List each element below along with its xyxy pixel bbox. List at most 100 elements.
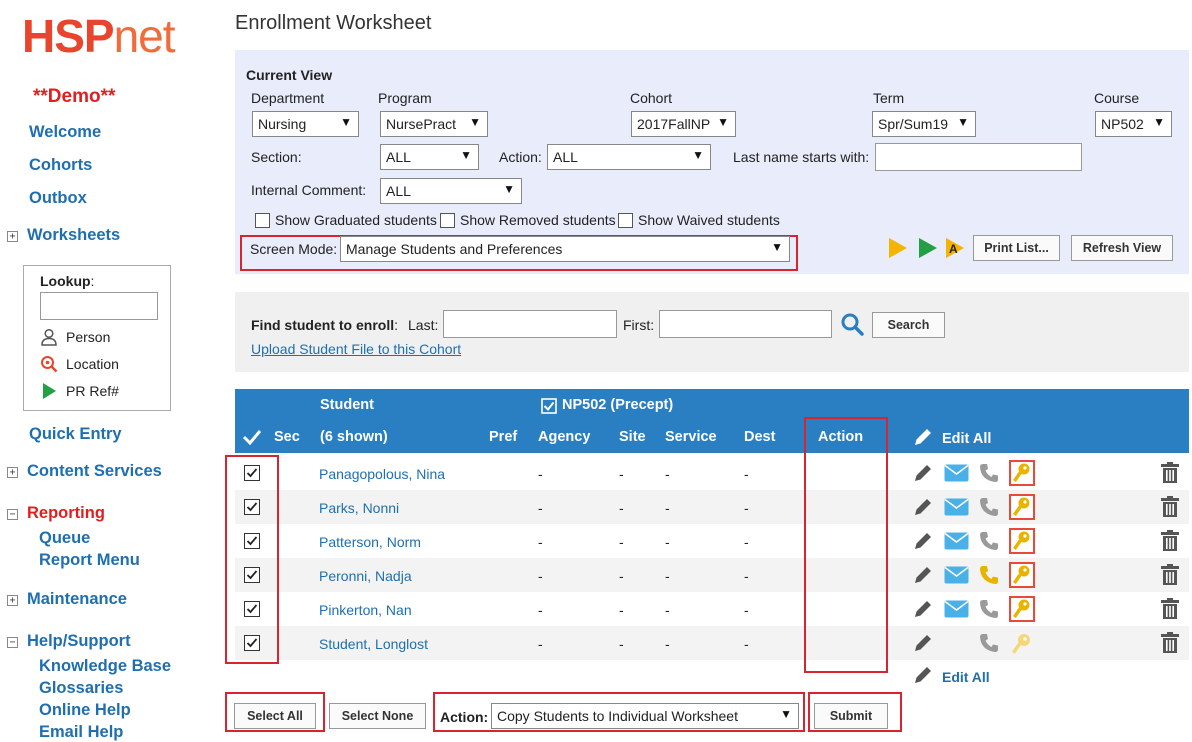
phone-icon[interactable] — [978, 530, 1000, 552]
key-icon[interactable] — [1010, 632, 1034, 656]
phone-icon[interactable] — [978, 564, 1000, 586]
student-name-link[interactable]: Patterson, Norm — [319, 534, 421, 550]
pencil-icon[interactable] — [912, 564, 934, 586]
find-last-input[interactable] — [443, 310, 617, 338]
play-green-icon[interactable] — [917, 238, 937, 258]
phone-icon[interactable] — [978, 462, 1000, 484]
pencil-icon[interactable] — [912, 530, 934, 552]
trash-icon[interactable] — [1160, 496, 1180, 518]
student-name-link[interactable]: Student, Longlost — [319, 636, 428, 652]
nav-online-help[interactable]: Online Help — [39, 701, 131, 720]
nav-quick-entry[interactable]: Quick Entry — [29, 425, 122, 444]
email-icon[interactable] — [944, 464, 969, 482]
lastname-input[interactable] — [875, 143, 1082, 171]
lookup-location[interactable]: Location — [40, 355, 119, 373]
hspnet-logo[interactable]: HSPnet — [22, 10, 176, 62]
show-graduated-checkbox[interactable] — [255, 213, 270, 228]
trash-icon[interactable] — [1160, 632, 1180, 654]
pencil-icon[interactable] — [912, 496, 934, 518]
email-icon[interactable] — [944, 566, 969, 584]
email-icon[interactable] — [944, 532, 969, 550]
key-button[interactable] — [1009, 596, 1035, 622]
row-checkbox-highlight — [225, 455, 279, 664]
pencil-icon[interactable] — [912, 598, 934, 620]
internal-comment-select[interactable]: ALL ▼ — [380, 178, 522, 204]
nav-queue[interactable]: Queue — [39, 529, 90, 548]
pencil-icon[interactable] — [912, 632, 934, 654]
cohort-select[interactable]: 2017FallNP ▼ — [631, 111, 736, 137]
student-name-link[interactable]: Parks, Nonni — [319, 500, 399, 516]
nav-report-menu[interactable]: Report Menu — [39, 551, 140, 570]
email-icon[interactable] — [944, 498, 969, 516]
find-first-input[interactable] — [659, 310, 832, 338]
submit-button[interactable]: Submit — [814, 703, 888, 729]
nav-welcome[interactable]: Welcome — [29, 123, 101, 142]
lookup-input[interactable] — [40, 292, 158, 320]
department-select[interactable]: Nursing ▼ — [252, 111, 359, 137]
trash-icon[interactable] — [1160, 530, 1180, 552]
nav-email-help[interactable]: Email Help — [39, 723, 123, 742]
print-list-button[interactable]: Print List... — [973, 235, 1060, 261]
nav-outbox[interactable]: Outbox — [29, 189, 87, 208]
section-select[interactable]: ALL ▼ — [380, 144, 479, 170]
key-icon — [1012, 463, 1030, 482]
trash-icon[interactable] — [1160, 598, 1180, 620]
pencil-icon[interactable] — [912, 426, 934, 448]
expand-icon[interactable]: + — [7, 595, 18, 606]
site-cell: - — [619, 500, 624, 516]
show-waived-checkbox[interactable] — [618, 213, 633, 228]
upload-student-file-link[interactable]: Upload Student File to this Cohort — [251, 341, 461, 357]
refresh-view-button[interactable]: Refresh View — [1071, 235, 1173, 261]
lookup-person[interactable]: Person — [40, 328, 110, 346]
key-button[interactable] — [1009, 562, 1035, 588]
nav-cohorts[interactable]: Cohorts — [29, 156, 92, 175]
nav-content-services[interactable]: Content Services — [27, 462, 162, 481]
student-name-link[interactable]: Peronni, Nadja — [319, 568, 412, 584]
nav-glossaries[interactable]: Glossaries — [39, 679, 123, 698]
show-removed-checkbox[interactable] — [440, 213, 455, 228]
key-button[interactable] — [1009, 494, 1035, 520]
edit-all-header[interactable]: Edit All — [942, 431, 991, 447]
action-filter-value: ALL — [553, 149, 578, 165]
nav-maintenance[interactable]: Maintenance — [27, 590, 127, 609]
collapse-icon[interactable]: − — [7, 509, 18, 520]
edit-all-bottom-link[interactable]: Edit All — [942, 669, 990, 685]
key-button[interactable] — [1009, 460, 1035, 486]
collapse-icon[interactable]: − — [7, 637, 18, 648]
lookup-prref[interactable]: PR Ref# — [40, 382, 119, 400]
nav-worksheets[interactable]: Worksheets — [27, 226, 120, 245]
action-filter-select[interactable]: ALL ▼ — [547, 144, 711, 170]
nav-reporting[interactable]: Reporting — [27, 504, 105, 523]
checkmark-icon[interactable] — [242, 429, 262, 445]
expand-icon[interactable]: + — [7, 231, 18, 242]
trash-icon[interactable] — [1160, 462, 1180, 484]
search-button[interactable]: Search — [872, 312, 945, 338]
phone-icon[interactable] — [978, 496, 1000, 518]
program-select[interactable]: NursePract ▼ — [380, 111, 488, 137]
bulk-action-select[interactable]: Copy Students to Individual Worksheet ▼ — [491, 703, 799, 729]
show-waived-label: Show Waived students — [638, 212, 780, 228]
trash-icon[interactable] — [1160, 564, 1180, 586]
term-select[interactable]: Spr/Sum19 ▼ — [872, 111, 976, 137]
email-icon[interactable] — [944, 600, 969, 618]
select-all-button[interactable]: Select All — [234, 703, 316, 729]
phone-icon[interactable] — [978, 632, 1000, 654]
course-select[interactable]: NP502 ▼ — [1095, 111, 1172, 137]
search-icon[interactable] — [840, 312, 864, 336]
screen-mode-select[interactable]: Manage Students and Preferences ▼ — [340, 236, 790, 262]
checkbox-checked-icon[interactable] — [541, 398, 557, 414]
phone-icon[interactable] — [978, 598, 1000, 620]
key-button[interactable] — [1009, 528, 1035, 554]
nav-knowledge-base[interactable]: Knowledge Base — [39, 657, 171, 676]
pencil-icon[interactable] — [912, 664, 934, 686]
student-name-link[interactable]: Pinkerton, Nan — [319, 602, 412, 618]
play-yellow-icon[interactable] — [887, 238, 907, 258]
student-name-link[interactable]: Panagopolous, Nina — [319, 466, 445, 482]
play-a-icon[interactable]: A — [944, 238, 964, 258]
expand-icon[interactable]: + — [7, 467, 18, 478]
table-row: Pinkerton, Nan - - - - — [235, 592, 1189, 626]
pencil-icon[interactable] — [912, 462, 934, 484]
select-none-button[interactable]: Select None — [329, 703, 426, 729]
dest-header: Dest — [744, 429, 776, 445]
nav-help-support[interactable]: Help/Support — [27, 632, 131, 651]
